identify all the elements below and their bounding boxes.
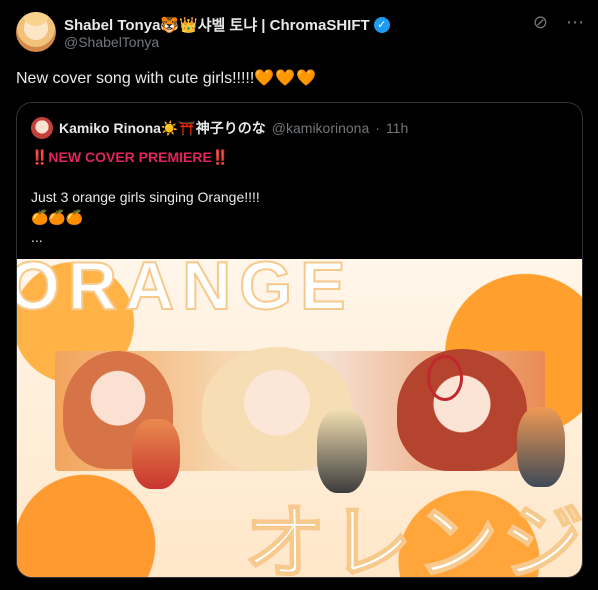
author-display-name[interactable]: Shabel Tonya🐯👑샤벨 토냐 | ChromaSHIFT	[64, 14, 370, 35]
top-actions: ⊘ ⋯	[533, 12, 584, 32]
more-icon[interactable]: ⋯	[566, 12, 584, 32]
quote-display-name[interactable]: Kamiko Rinona☀️⛩️神子りのな	[59, 118, 266, 138]
author-name-line[interactable]: Shabel Tonya🐯👑샤벨 토냐 | ChromaSHIFT ✓	[64, 14, 390, 35]
tweet-text: New cover song with cute girls!!!!!🧡🧡🧡	[16, 68, 317, 88]
media-title-jp: オレンジ	[243, 497, 582, 577]
quote-line-2	[31, 167, 260, 187]
tweet-hearts: 🧡🧡🧡	[254, 70, 318, 87]
quote-body: ‼️NEW COVER PREMIERE‼️ Just 3 orange gir…	[31, 147, 260, 247]
quote-line-1: ‼️NEW COVER PREMIERE‼️	[31, 149, 230, 165]
quoted-tweet[interactable]: Kamiko Rinona☀️⛩️神子りのな @kamikorinona · 1…	[16, 102, 583, 578]
media-title-en: ORANGE	[17, 259, 354, 325]
author-handle[interactable]: @ShabelTonya	[64, 34, 159, 50]
tweet-body: New cover song with cute girls!!!!!	[16, 70, 255, 87]
quote-handle[interactable]: @kamikorinona	[272, 120, 369, 136]
quote-avatar[interactable]	[31, 117, 53, 139]
quote-line-3: Just 3 orange girls singing Orange!!!!	[31, 189, 260, 205]
quote-media-image[interactable]: ORANGE オレンジ	[17, 259, 582, 577]
character-right	[397, 349, 527, 471]
verified-badge-icon: ✓	[373, 16, 390, 33]
quote-separator: ·	[375, 120, 380, 136]
quote-time[interactable]: 11h	[386, 120, 408, 136]
author-avatar[interactable]	[16, 12, 56, 52]
grok-icon[interactable]: ⊘	[533, 12, 548, 32]
quote-line-4: 🍊🍊🍊	[31, 209, 84, 225]
quote-line-5: ...	[31, 229, 43, 245]
chibi-left	[132, 419, 180, 489]
chibi-right	[517, 407, 565, 487]
quote-header: Kamiko Rinona☀️⛩️神子りのな @kamikorinona · 1…	[31, 117, 408, 139]
ribbon-icon	[427, 355, 463, 401]
